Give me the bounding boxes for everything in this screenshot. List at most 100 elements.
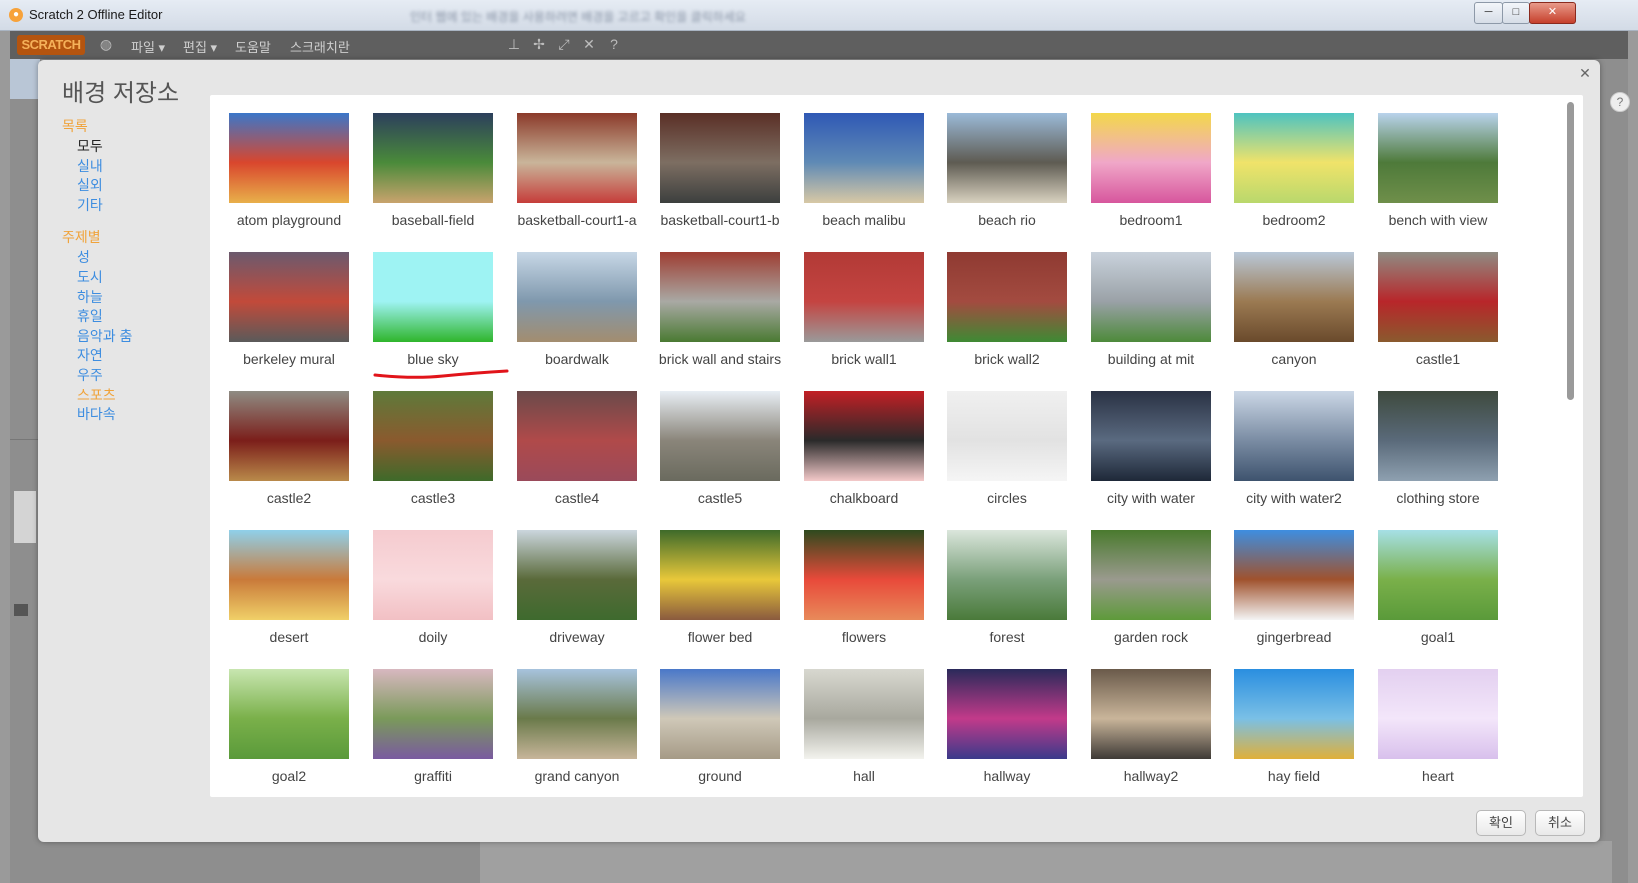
window-close-button[interactable]: ✕ [1529, 2, 1576, 24]
backdrop-thumbnail[interactable] [660, 113, 780, 203]
backdrop-thumbnail[interactable] [1234, 113, 1354, 203]
backdrop-thumbnail[interactable] [517, 252, 637, 342]
minimize-button[interactable]: ─ [1474, 2, 1503, 24]
backdrop-item[interactable]: beach malibu [801, 110, 926, 235]
ok-button[interactable]: 확인 [1476, 810, 1526, 836]
backdrop-thumbnail[interactable] [660, 252, 780, 342]
backdrop-thumbnail[interactable] [1091, 669, 1211, 759]
backdrop-item[interactable]: hallway2 [1088, 666, 1213, 791]
backdrop-thumbnail[interactable] [1234, 669, 1354, 759]
dialog-close-button[interactable]: ✕ [1576, 64, 1594, 82]
backdrop-thumbnail[interactable] [517, 113, 637, 203]
menu-help[interactable]: 도움말 [235, 37, 271, 56]
backdrop-thumbnail[interactable] [1091, 530, 1211, 620]
backdrop-item[interactable]: castle4 [514, 388, 639, 513]
backdrop-item[interactable]: atom playground [226, 110, 351, 235]
backdrop-thumbnail[interactable] [229, 113, 349, 203]
backdrop-thumbnail[interactable] [229, 391, 349, 481]
backdrop-thumbnail[interactable] [804, 252, 924, 342]
scratch-logo[interactable]: SCRATCH [17, 35, 85, 55]
backdrop-item[interactable]: hall [801, 666, 926, 791]
theme-holiday[interactable]: 휴일 [77, 306, 103, 326]
backdrop-item[interactable]: city with water [1088, 388, 1213, 513]
backdrop-item[interactable]: bedroom1 [1088, 110, 1213, 235]
backdrop-thumbnail[interactable] [947, 669, 1067, 759]
cancel-button[interactable]: 취소 [1535, 810, 1585, 836]
backdrop-thumbnail[interactable] [1234, 391, 1354, 481]
backdrop-item[interactable]: canyon [1231, 249, 1356, 374]
backdrop-thumbnail[interactable] [1378, 113, 1498, 203]
backdrop-grid[interactable]: atom playground baseball-field basketball-… [210, 95, 1583, 797]
backdrop-item[interactable]: driveway [514, 527, 639, 652]
theme-music-dance[interactable]: 음악과 춤 [77, 326, 132, 346]
backdrop-item[interactable]: blue sky [370, 249, 495, 374]
backdrop-item[interactable]: circles [944, 388, 1069, 513]
backdrop-item[interactable]: building at mit [1088, 249, 1213, 374]
category-outdoors[interactable]: 실외 [77, 175, 103, 195]
backdrop-thumbnail[interactable] [804, 391, 924, 481]
backdrop-thumbnail[interactable] [804, 669, 924, 759]
backdrop-item[interactable]: hay field [1231, 666, 1356, 791]
backdrop-item[interactable]: basketball-court1-a [514, 110, 639, 235]
backdrop-thumbnail[interactable] [660, 669, 780, 759]
backdrop-thumbnail[interactable] [1234, 252, 1354, 342]
backdrop-item[interactable]: clothing store [1375, 388, 1500, 513]
backdrop-item[interactable]: goal1 [1375, 527, 1500, 652]
backdrop-thumbnail[interactable] [1234, 530, 1354, 620]
backdrop-thumbnail[interactable] [373, 669, 493, 759]
menu-about[interactable]: 스크래치란 [290, 37, 350, 56]
shrink-icon[interactable]: ✕ [581, 36, 597, 52]
backdrop-thumbnail[interactable] [517, 530, 637, 620]
backdrop-item[interactable]: baseball-field [370, 110, 495, 235]
backdrop-thumbnail[interactable] [229, 530, 349, 620]
backdrop-thumbnail[interactable] [517, 391, 637, 481]
scissors-icon[interactable]: ✢ [531, 36, 547, 52]
backdrop-thumbnail[interactable] [373, 113, 493, 203]
backdrop-item[interactable]: grand canyon [514, 666, 639, 791]
menu-edit[interactable]: 편집 ▾ [183, 37, 217, 56]
theme-flying[interactable]: 하늘 [77, 287, 103, 307]
backdrop-thumbnail[interactable] [373, 252, 493, 342]
maximize-button[interactable]: □ [1502, 2, 1530, 24]
category-indoors[interactable]: 실내 [77, 156, 103, 176]
backdrop-thumbnail[interactable] [947, 530, 1067, 620]
backdrop-thumbnail[interactable] [1378, 530, 1498, 620]
backdrop-item[interactable]: doily [370, 527, 495, 652]
menu-file[interactable]: 파일 ▾ [131, 37, 165, 56]
theme-underwater[interactable]: 바다속 [77, 404, 116, 424]
backdrop-thumbnail[interactable] [660, 530, 780, 620]
backdrop-thumbnail[interactable] [1378, 669, 1498, 759]
backdrop-thumbnail[interactable] [947, 391, 1067, 481]
backdrop-thumbnail[interactable] [1378, 252, 1498, 342]
backdrop-item[interactable]: flowers [801, 527, 926, 652]
theme-castle[interactable]: 성 [77, 247, 90, 267]
backdrop-item[interactable]: bedroom2 [1231, 110, 1356, 235]
backdrop-thumbnail[interactable] [804, 530, 924, 620]
backdrop-item[interactable]: goal2 [226, 666, 351, 791]
backdrop-item[interactable]: forest [944, 527, 1069, 652]
backdrop-item[interactable]: berkeley mural [226, 249, 351, 374]
side-help-icon[interactable]: ? [1610, 92, 1630, 112]
backdrop-thumbnail[interactable] [229, 252, 349, 342]
backdrop-item[interactable]: beach rio [944, 110, 1069, 235]
backdrop-thumbnail[interactable] [947, 252, 1067, 342]
backdrop-item[interactable]: castle2 [226, 388, 351, 513]
backdrop-thumbnail[interactable] [660, 391, 780, 481]
backdrop-item[interactable]: hallway [944, 666, 1069, 791]
backdrop-thumbnail[interactable] [229, 669, 349, 759]
category-other[interactable]: 기타 [77, 195, 103, 215]
backdrop-item[interactable]: city with water2 [1231, 388, 1356, 513]
backdrop-thumbnail[interactable] [373, 530, 493, 620]
grow-icon[interactable]: ⤢ [556, 36, 572, 52]
backdrop-item[interactable]: gingerbread [1231, 527, 1356, 652]
backdrop-thumbnail[interactable] [1378, 391, 1498, 481]
globe-icon[interactable]: ◍ [98, 36, 114, 52]
theme-city[interactable]: 도시 [77, 267, 103, 287]
backdrop-item[interactable]: graffiti [370, 666, 495, 791]
backdrop-item[interactable]: desert [226, 527, 351, 652]
theme-space[interactable]: 우주 [77, 365, 103, 385]
stamp-icon[interactable]: ⊥ [506, 36, 522, 52]
backdrop-item[interactable]: ground [657, 666, 782, 791]
backdrop-item[interactable]: brick wall1 [801, 249, 926, 374]
grid-scrollbar[interactable] [1567, 102, 1574, 400]
